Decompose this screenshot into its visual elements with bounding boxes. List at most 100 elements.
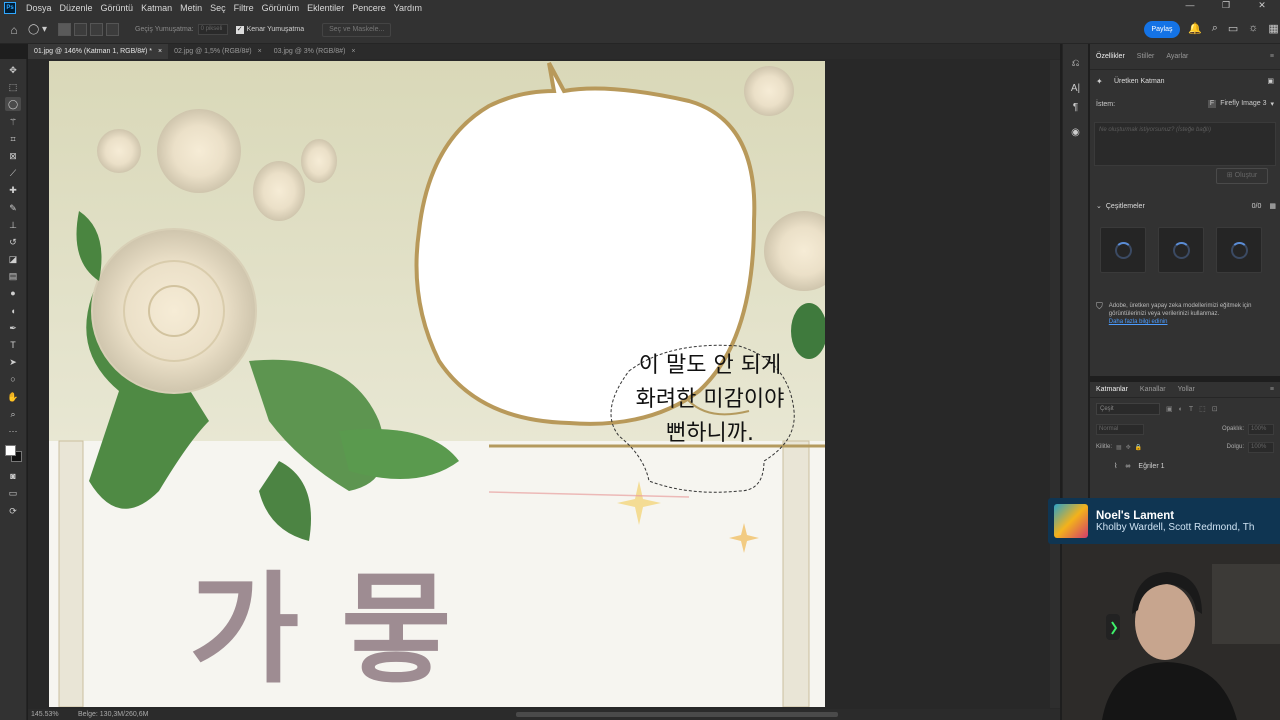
fill-input[interactable]: 100% bbox=[1248, 441, 1274, 453]
variation-thumbnail-1[interactable] bbox=[1100, 227, 1146, 273]
history-brush-tool-icon[interactable]: ↺ bbox=[5, 235, 21, 249]
layer-name[interactable]: Eğriler 1 bbox=[1138, 463, 1164, 470]
menu-sec[interactable]: Seç bbox=[206, 3, 230, 13]
filter-shape-icon[interactable]: ⬚ bbox=[1199, 405, 1206, 413]
intersect-selection-icon[interactable] bbox=[106, 23, 119, 36]
search-icon[interactable]: ⌕ bbox=[1212, 22, 1218, 35]
menu-eklentiler[interactable]: Eklentiler bbox=[303, 3, 348, 13]
foreground-color-swatch[interactable] bbox=[5, 445, 16, 457]
zoom-tool-icon[interactable]: ⌕ bbox=[5, 407, 21, 421]
share-button[interactable]: Paylaş bbox=[1144, 21, 1180, 38]
menu-katman[interactable]: Katman bbox=[137, 3, 176, 13]
vertical-scrollbar[interactable] bbox=[1050, 60, 1060, 708]
healing-tool-icon[interactable]: ✚ bbox=[5, 183, 21, 197]
bell-icon[interactable]: 🔔 bbox=[1188, 22, 1202, 35]
opacity-input[interactable]: 100% bbox=[1248, 423, 1274, 435]
character-icon[interactable]: A| bbox=[1071, 83, 1080, 94]
hand-tool-icon[interactable]: ✋ bbox=[5, 390, 21, 404]
quick-mask-icon[interactable]: ◙ bbox=[5, 469, 21, 483]
tab-close-icon[interactable]: × bbox=[158, 44, 162, 59]
chevron-down-icon[interactable]: ⌄ bbox=[1096, 202, 1102, 210]
new-selection-icon[interactable] bbox=[58, 23, 71, 36]
eyedropper-tool-icon[interactable]: ⟋ bbox=[5, 166, 21, 180]
lock-all-icon[interactable]: 🔒 bbox=[1135, 444, 1142, 451]
generate-image-icon[interactable]: ⟳ bbox=[5, 504, 21, 518]
color-swatches[interactable] bbox=[3, 443, 23, 463]
path-select-tool-icon[interactable]: ➤ bbox=[5, 355, 21, 369]
horizontal-scrollbar[interactable] bbox=[516, 712, 838, 717]
marquee-tool-icon[interactable]: ⬚ bbox=[5, 80, 21, 94]
menu-dosya[interactable]: Dosya bbox=[22, 3, 56, 13]
tab-styles[interactable]: Stiller bbox=[1137, 53, 1155, 60]
close-icon[interactable]: ✕ bbox=[1244, 0, 1280, 11]
tab-adjustments[interactable]: Ayarlar bbox=[1166, 53, 1188, 60]
more-tools-icon[interactable]: ··· bbox=[5, 424, 21, 438]
menu-duzenle[interactable]: Düzenle bbox=[56, 3, 97, 13]
artwork-image[interactable]: 가 뭏 이 말도 안 되게 화려한 미감이야 뻔하니까. bbox=[49, 61, 825, 707]
lasso-preset-icon[interactable]: ◯ ▾ bbox=[28, 24, 58, 35]
minimize-icon[interactable]: — bbox=[1172, 0, 1208, 11]
zoom-level[interactable]: 145.53% bbox=[28, 711, 78, 718]
menu-metin[interactable]: Metin bbox=[176, 3, 206, 13]
canvas-area[interactable]: 가 뭏 이 말도 안 되게 화려한 미감이야 뻔하니까. bbox=[28, 59, 1060, 709]
grid-view-icon[interactable]: ▦ bbox=[1269, 202, 1276, 210]
lock-position-icon[interactable]: ✥ bbox=[1126, 444, 1131, 451]
panel-menu-icon[interactable]: ≡ bbox=[1270, 53, 1274, 60]
maximize-icon[interactable]: ❐ bbox=[1208, 0, 1244, 11]
tab-properties[interactable]: Özellikler bbox=[1096, 53, 1125, 60]
filter-smart-icon[interactable]: ⊡ bbox=[1212, 405, 1218, 413]
frame-tool-icon[interactable]: ⊠ bbox=[5, 149, 21, 163]
layer-filter-input[interactable]: Çeşit bbox=[1096, 403, 1160, 415]
filter-pixel-icon[interactable]: ▣ bbox=[1166, 405, 1173, 413]
lock-pixels-icon[interactable]: ▦ bbox=[1116, 444, 1122, 451]
color-theme-icon[interactable]: ◉ bbox=[1071, 127, 1080, 138]
tab-layers[interactable]: Katmanlar bbox=[1096, 386, 1128, 393]
lasso-tool-icon[interactable]: ◯ bbox=[5, 97, 21, 112]
panel-menu-icon[interactable]: ≡ bbox=[1270, 386, 1274, 393]
add-selection-icon[interactable] bbox=[74, 23, 87, 36]
variation-thumbnail-3[interactable] bbox=[1216, 227, 1262, 273]
filter-type-icon[interactable]: T bbox=[1189, 406, 1193, 413]
tab-paths[interactable]: Yollar bbox=[1178, 386, 1195, 393]
arrange-icon[interactable]: ▦ bbox=[1268, 22, 1278, 35]
pen-tool-icon[interactable]: ✒ bbox=[5, 321, 21, 335]
screen-mode-icon[interactable]: ▭ bbox=[5, 486, 21, 500]
lightbulb-icon[interactable]: ☼ bbox=[1248, 22, 1258, 35]
prompt-input[interactable]: Ne oluşturmak istiyorsunuz? (İsteğe bağl… bbox=[1094, 122, 1276, 166]
tab-close-icon[interactable]: × bbox=[258, 44, 262, 59]
magic-wand-tool-icon[interactable]: ⚚ bbox=[5, 115, 21, 129]
brush-tool-icon[interactable]: ✎ bbox=[5, 201, 21, 215]
crop-tool-icon[interactable]: ⌗ bbox=[5, 132, 21, 146]
tab-channels[interactable]: Kanallar bbox=[1140, 386, 1166, 393]
blur-tool-icon[interactable]: ● bbox=[5, 286, 21, 300]
tab-02[interactable]: 02.jpg @ 1,5% (RGB/8#) × bbox=[168, 44, 268, 59]
workspace-icon[interactable]: ▭ bbox=[1228, 22, 1238, 35]
stamp-tool-icon[interactable]: ⊥ bbox=[5, 218, 21, 232]
create-button[interactable]: ⊞ Oluştur bbox=[1216, 168, 1268, 184]
variation-thumbnail-2[interactable] bbox=[1158, 227, 1204, 273]
dodge-tool-icon[interactable]: ◖ bbox=[5, 304, 21, 318]
paragraph-icon[interactable]: ¶ bbox=[1073, 102, 1078, 113]
layer-row[interactable]: ⌇ ∞ Eğriler 1 bbox=[1090, 456, 1280, 476]
history-icon[interactable]: ⎌ bbox=[1072, 58, 1080, 69]
select-and-mask-button[interactable]: Seç ve Maskele... bbox=[322, 22, 392, 37]
tab-close-icon[interactable]: × bbox=[351, 44, 355, 59]
blend-mode-select[interactable]: Normal bbox=[1096, 423, 1144, 435]
antialias-checkbox[interactable]: ✓ bbox=[235, 25, 244, 34]
subtract-selection-icon[interactable] bbox=[90, 23, 103, 36]
shape-tool-icon[interactable]: ○ bbox=[5, 372, 21, 386]
model-selector[interactable]: F Firefly Image 3 ▾ bbox=[1207, 100, 1274, 108]
home-icon[interactable]: ⌂ bbox=[0, 23, 28, 37]
menu-gorunum[interactable]: Görünüm bbox=[258, 3, 304, 13]
tab-01[interactable]: 01.jpg @ 146% (Katman 1, RGB/8#) * × bbox=[28, 44, 169, 59]
menu-pencere[interactable]: Pencere bbox=[348, 3, 390, 13]
tab-03[interactable]: 03.jpg @ 3% (RGB/8#) × bbox=[268, 44, 362, 59]
menu-filtre[interactable]: Filtre bbox=[230, 3, 258, 13]
menu-goruntu[interactable]: Görüntü bbox=[97, 3, 138, 13]
layer-type-action-icon[interactable]: ▣ bbox=[1267, 77, 1274, 85]
gradient-tool-icon[interactable]: ▤ bbox=[5, 269, 21, 283]
filter-adjust-icon[interactable]: ◐ bbox=[1179, 406, 1183, 413]
type-tool-icon[interactable]: T bbox=[5, 338, 21, 352]
eraser-tool-icon[interactable]: ◪ bbox=[5, 252, 21, 266]
move-tool-icon[interactable]: ✥ bbox=[5, 63, 21, 77]
